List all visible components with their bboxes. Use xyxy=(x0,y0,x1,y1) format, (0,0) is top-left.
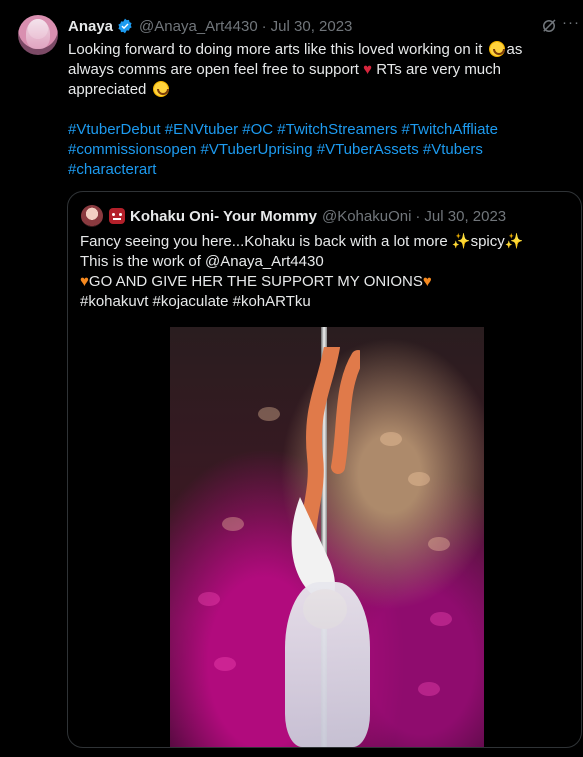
tweet[interactable]: Anaya @Anaya_Art4430 · Jul 30, 2023 ··· … xyxy=(0,0,583,757)
quoted-tweet[interactable]: Kohaku Oni- Your Mommy @KohakuOni · Jul … xyxy=(67,191,582,748)
sparkles-emoji: ✨ xyxy=(451,233,471,250)
red-heart-emoji: ♥ xyxy=(363,61,373,78)
smiling-face-emoji xyxy=(152,81,169,97)
tweet-text-line-1: Looking forward to doing more arts like … xyxy=(68,40,538,60)
bokeh-light xyxy=(418,682,440,696)
bokeh-light xyxy=(198,592,220,606)
text-segment: Fancy seeing you here...Kohaku is back w… xyxy=(80,233,448,250)
tweet-text-line-3: appreciated xyxy=(68,80,538,100)
sparkles-emoji: ✨ xyxy=(504,233,524,250)
quote-date[interactable]: Jul 30, 2023 xyxy=(424,208,506,225)
text-segment: appreciated xyxy=(68,81,147,98)
header-separator: · xyxy=(261,17,267,35)
tweet-text: Looking forward to doing more arts like … xyxy=(68,40,538,180)
text-segment: as xyxy=(506,41,523,58)
author-name[interactable]: Anaya xyxy=(68,18,113,35)
quote-line-1: Fancy seeing you here...Kohaku is back w… xyxy=(80,232,570,252)
quote-text: Fancy seeing you here...Kohaku is back w… xyxy=(80,232,570,312)
author-handle[interactable]: @Anaya_Art4430 xyxy=(139,18,258,35)
text-segment: RTs are very much xyxy=(376,61,501,78)
text-segment: spicy xyxy=(470,233,505,250)
quote-avatar[interactable] xyxy=(81,205,103,227)
quote-line-4[interactable]: #kohakuvt #kojaculate #kohARTku xyxy=(80,292,570,312)
orange-heart-emoji: ♥ xyxy=(422,273,432,290)
bokeh-light xyxy=(214,657,236,671)
grok-icon[interactable] xyxy=(540,17,558,35)
bokeh-light xyxy=(408,472,430,486)
text-segment: GO AND GIVE HER THE SUPPORT MY ONIONS xyxy=(88,273,423,290)
avatar[interactable] xyxy=(18,15,58,55)
quote-author-name[interactable]: Kohaku Oni- Your Mommy xyxy=(130,208,317,225)
hashtags-line-3[interactable]: #characterart xyxy=(68,160,538,180)
character-hair xyxy=(285,582,370,747)
orange-heart-emoji: ♥ xyxy=(80,273,89,290)
bokeh-light xyxy=(428,537,450,551)
quote-image[interactable] xyxy=(170,327,484,747)
tweet-date[interactable]: Jul 30, 2023 xyxy=(271,18,353,35)
hashtags-line-2[interactable]: #commissionsopen #VTuberUprising #VTuber… xyxy=(68,140,538,160)
tweet-text-line-2: always comms are open feel free to suppo… xyxy=(68,60,538,80)
text-segment: always comms are open feel free to suppo… xyxy=(68,61,359,78)
smiling-face-emoji xyxy=(488,41,505,57)
quote-header: Kohaku Oni- Your Mommy @KohakuOni · Jul … xyxy=(109,206,506,226)
more-icon[interactable]: ··· xyxy=(562,14,580,31)
quote-line-2: This is the work of @Anaya_Art4430 xyxy=(80,253,324,270)
bokeh-light xyxy=(430,612,452,626)
quote-line-3: ♥GO AND GIVE HER THE SUPPORT MY ONIONS♥ xyxy=(80,272,570,292)
bokeh-light xyxy=(380,432,402,446)
verified-badge-icon xyxy=(118,18,132,34)
quote-header-separator: · xyxy=(415,207,421,225)
tweet-header: Anaya @Anaya_Art4430 · Jul 30, 2023 xyxy=(68,16,352,36)
bokeh-light xyxy=(222,517,244,531)
ogre-emoji xyxy=(109,208,125,224)
text-segment: Looking forward to doing more arts like … xyxy=(68,41,483,58)
quote-author-handle[interactable]: @KohakuOni xyxy=(322,208,411,225)
hashtags-line-1[interactable]: #VtuberDebut #ENVtuber #OC #TwitchStream… xyxy=(68,120,538,140)
